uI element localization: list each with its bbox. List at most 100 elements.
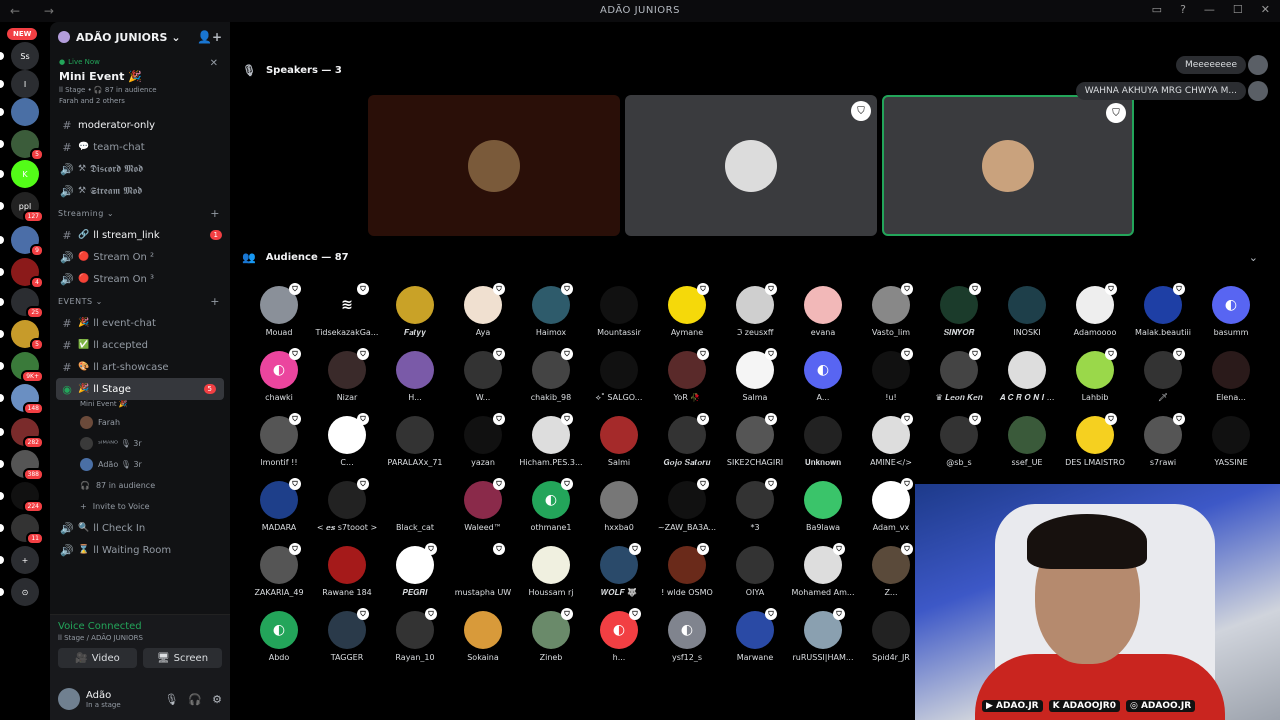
audience-member[interactable]: INOSKI [993, 286, 1061, 351]
audience-member[interactable]: ◐ Abdo [245, 611, 313, 676]
audience-member[interactable]: Mountassir [585, 286, 653, 351]
audience-member[interactable]: ⛉ Rayan_10 [381, 608, 449, 676]
inbox-icon[interactable]: ▭ [1152, 3, 1162, 16]
category-events[interactable]: EVENTS ⌄ + [50, 290, 230, 312]
live-now-card[interactable]: Live Now Mini Event 🎉 ll Stage • 🎧 87 in… [56, 54, 224, 112]
stage-member[interactable]: + Invite to Voice [50, 496, 230, 517]
audience-member[interactable]: ⛉ ! wlde OSMO [653, 543, 721, 611]
audience-member[interactable]: ⛉ mustapha UW [449, 543, 517, 611]
audience-member[interactable]: H... [381, 351, 449, 416]
audience-member[interactable]: ◐ ⛉ h... [585, 608, 653, 676]
speaker-tile[interactable]: ⛉ [882, 95, 1134, 236]
help-icon[interactable]: ? [1180, 3, 1186, 16]
server-icon[interactable]: ⊙ [11, 578, 39, 606]
audience-member[interactable]: ⛉ ZAKARIA_49 [245, 543, 313, 611]
audience-member[interactable]: 𝐔𝐧𝐤𝐧𝐨𝐰𝐧 [789, 416, 857, 481]
avatar[interactable] [1248, 55, 1268, 75]
audience-member[interactable]: ⛉ @sb_s [925, 413, 993, 481]
server-icon[interactable]: 5 [11, 130, 44, 161]
audience-member[interactable]: ⛉ Adamoooo [1061, 283, 1129, 351]
server-icon[interactable]: 388 [11, 450, 44, 481]
audience-member[interactable]: ⛉ *3 [721, 478, 789, 546]
server-icon[interactable]: 148 [11, 384, 44, 415]
avatar[interactable] [1248, 81, 1268, 101]
audience-member[interactable]: Houssam rj [517, 546, 585, 611]
add-channel-icon[interactable]: + [210, 207, 220, 220]
server-icon[interactable]: 282 [11, 418, 44, 449]
maximize-button[interactable]: ☐ [1233, 3, 1243, 16]
audience-member[interactable]: Salmi [585, 416, 653, 481]
audience-member[interactable]: ⛉ Haimox [517, 283, 585, 351]
audience-member[interactable]: ⛉ ♛ 𝑳𝒆𝒐𝒏 𝑲𝒆𝒏 [925, 348, 993, 416]
audience-member[interactable]: ⛉ 𝑮𝒐𝒋𝒐 𝑺𝒂𝒕𝒐𝒓𝒖 [653, 413, 721, 481]
audience-member[interactable]: ⛉ ruRUSSI|HAM... [789, 608, 857, 676]
gear-icon[interactable]: ⚙ [212, 693, 222, 706]
audience-member[interactable]: ⛉ 𝑷𝑬𝑮𝑹𝑰 [381, 543, 449, 611]
close-icon[interactable]: ✕ [210, 58, 218, 69]
audience-header[interactable]: 👥 Audience — 87 [242, 251, 349, 264]
channel-item[interactable]: 🔊 ⚒ 𝕯𝖎𝖘𝖈𝖔𝖗𝖉 𝕸𝖔𝖉 [50, 158, 230, 180]
audience-member[interactable]: ⛉ Malak.beautiii [1129, 283, 1197, 351]
audience-member[interactable]: ◐ ⛉ othmane1 [517, 478, 585, 546]
audience-member[interactable]: ◐ ysf12_s [653, 611, 721, 676]
audience-member[interactable]: ⛉ Lahbib [1061, 348, 1129, 416]
audience-member[interactable]: Black_cat [381, 481, 449, 546]
server-icon[interactable]: + [11, 546, 39, 574]
channel-item[interactable]: # 🔗 ll stream_link 1 [50, 224, 230, 246]
voice-location[interactable]: ll Stage / ADÃO JUNIORS [58, 634, 222, 642]
audience-member[interactable]: ⛉ Mohamed Am... [789, 543, 857, 611]
channel-item[interactable]: 🔊 ⚒ 𝕾𝖙𝖗𝖊𝖆𝖒 𝕸𝖔𝖉 [50, 180, 230, 202]
audience-member[interactable]: ≋ ⛉ TidsekazakGa... [313, 283, 381, 351]
speaker-tile[interactable]: ⛉ [625, 95, 877, 236]
audience-member[interactable]: OIYA [721, 546, 789, 611]
server-icon[interactable]: Ss [11, 42, 39, 70]
channel-item[interactable]: 🔊 🔍 ll Check In [50, 517, 230, 539]
audience-member[interactable]: ⛉ Hicham.PES.3... [517, 413, 585, 481]
audience-member[interactable]: ⛉ Aymane [653, 283, 721, 351]
audience-member[interactable]: Rawane 184 [313, 546, 381, 611]
screen-share-button[interactable]: 🖥 Screen [143, 648, 222, 668]
audience-member[interactable]: ⛉ TAGGER [313, 608, 381, 676]
audience-member[interactable]: ⛉ MADARA [245, 478, 313, 546]
avatar[interactable] [58, 688, 80, 710]
video-button[interactable]: 🎥 Video [58, 648, 137, 668]
audience-member[interactable]: ⛉ Zineb [517, 608, 585, 676]
audience-member[interactable]: ⛉ yazan [449, 413, 517, 481]
server-icon[interactable]: 224 [11, 482, 44, 513]
server-icon[interactable]: 4 [11, 258, 44, 289]
server-header[interactable]: ADÃO JUNIORS ⌄ 👤+ [50, 22, 230, 52]
audience-member[interactable]: ⛉ ℑ zeusxff [721, 283, 789, 351]
channel-item[interactable]: # ✅ ll accepted [50, 334, 230, 356]
audience-member[interactable]: ⛉ Aya [449, 283, 517, 351]
channel-stage[interactable]: ◉ 🎉 ll Stage 5 [56, 378, 224, 400]
audience-member[interactable]: ⛉ lmontif !! [245, 413, 313, 481]
audience-member[interactable]: ⛉ Waleed™ [449, 478, 517, 546]
audience-member[interactable]: evana [789, 286, 857, 351]
audience-member[interactable]: ⛉ 🗡 [1129, 348, 1197, 416]
audience-member[interactable]: 𝑭𝒂𝒕𝒚𝒚 [381, 286, 449, 351]
minimize-button[interactable]: — [1204, 3, 1215, 16]
new-badge[interactable]: NEW [7, 28, 38, 40]
add-member-icon[interactable]: 👤+ [197, 30, 222, 44]
audience-member[interactable]: ⛉ s7rawi [1129, 413, 1197, 481]
audience-member[interactable]: ◐ basumm [1197, 286, 1265, 351]
audience-member[interactable]: Elena... [1197, 351, 1265, 416]
audience-member[interactable]: ⛉ SIKE2CHAGIRI [721, 413, 789, 481]
audience-member[interactable]: ⛉ DES LMAISTRO [1061, 413, 1129, 481]
audience-member[interactable]: ⛉ AMINE</> [857, 413, 925, 481]
audience-member[interactable]: PARALAXx_71 [381, 416, 449, 481]
server-icon[interactable]: I [11, 70, 39, 98]
audience-member[interactable]: ⛉ !u! [857, 348, 925, 416]
headphones-icon[interactable]: 🎧 [188, 693, 202, 706]
server-icon[interactable]: 25 [11, 288, 44, 319]
audience-member[interactable]: ◐ ⛉ chawki [245, 348, 313, 416]
audience-member[interactable]: ⛉ Vasto_lim [857, 283, 925, 351]
audience-member[interactable]: ⛉ W... [449, 348, 517, 416]
server-icon[interactable]: 5 [11, 320, 44, 351]
stage-member[interactable]: Farah [50, 412, 230, 433]
audience-member[interactable]: ⛉ C... [313, 413, 381, 481]
server-icon[interactable]: 9 [11, 226, 44, 257]
close-button[interactable]: ✕ [1261, 3, 1270, 16]
audience-member[interactable]: ⛉ chakib_98 [517, 348, 585, 416]
audience-member[interactable]: ⛉ < 𝒆𝒔 s7tooot > [313, 478, 381, 546]
